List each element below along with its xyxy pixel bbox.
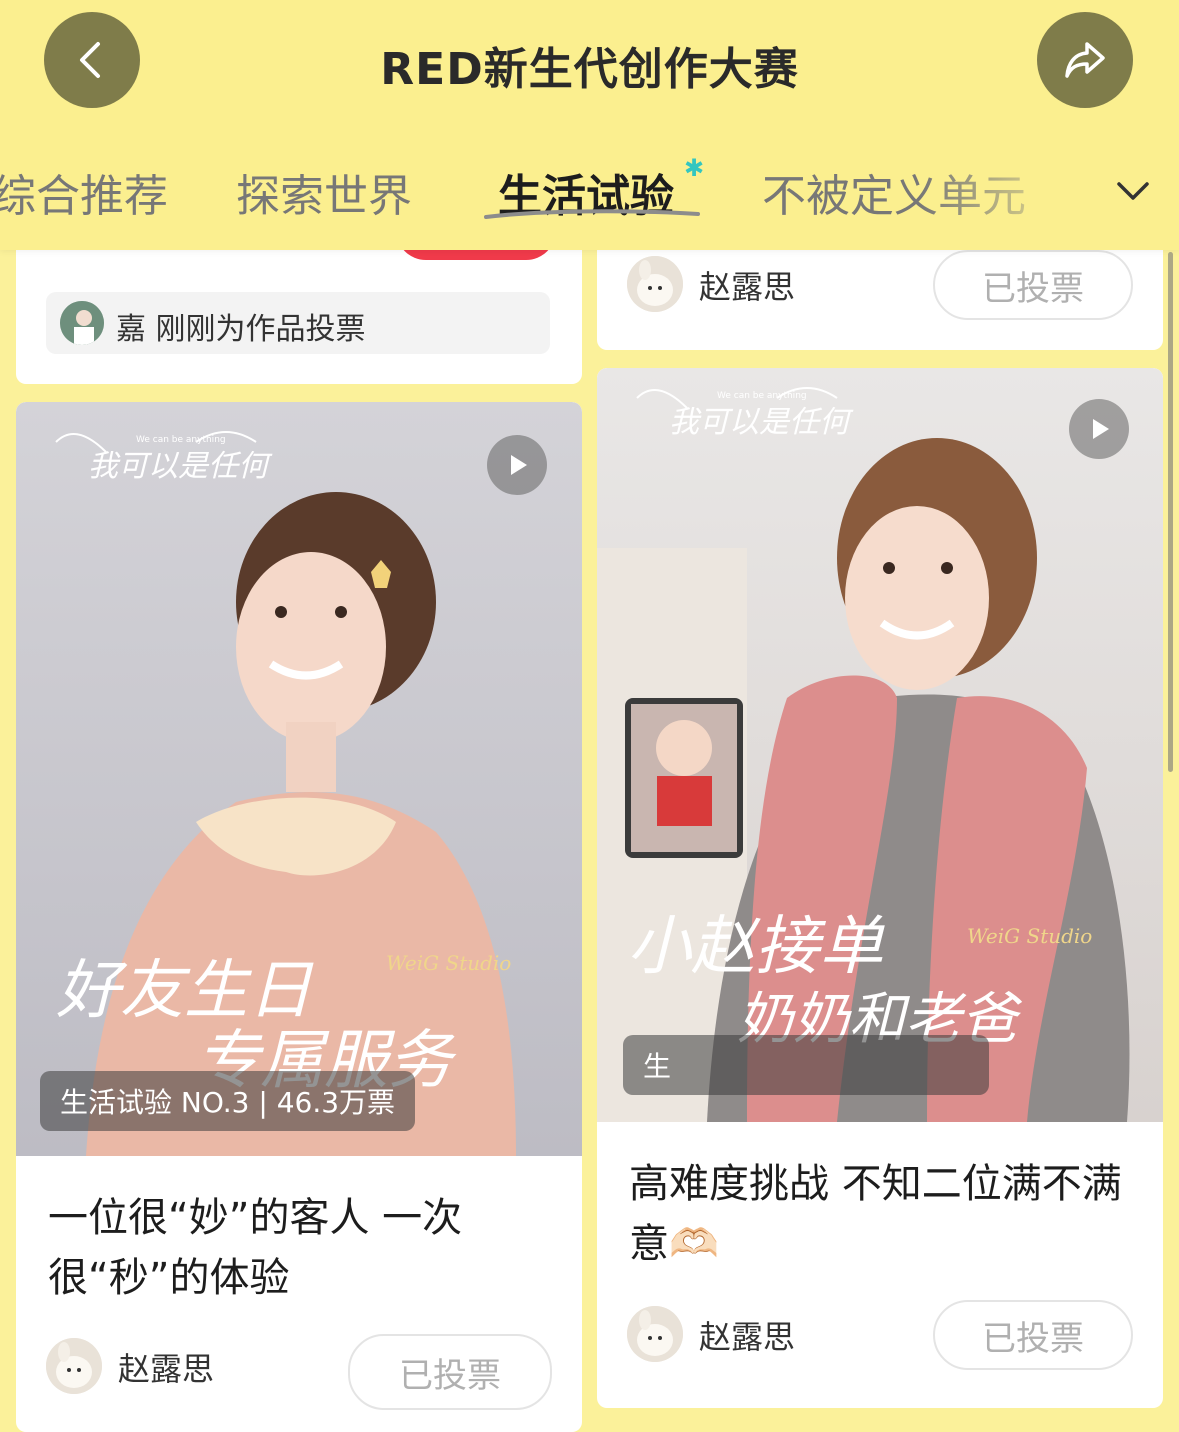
scrollbar[interactable]: [1168, 252, 1173, 772]
author-name[interactable]: 赵露思: [699, 262, 795, 308]
overlay-logo: 我可以是任何: [88, 449, 273, 484]
post-cover-image[interactable]: 好友生日 专属服务 WeiG Studio 我可以是任何 We can be a…: [16, 402, 582, 1156]
voted-button[interactable]: 已投票: [933, 1300, 1133, 1370]
tabs-fade: [919, 150, 1119, 230]
overlay-studio: WeiG Studio: [967, 924, 1092, 948]
play-button[interactable]: [487, 435, 547, 495]
chevron-down-icon[interactable]: [1113, 170, 1153, 210]
overlay-caption-line1: 好友生日: [56, 954, 314, 1028]
avatar[interactable]: [46, 1338, 102, 1394]
play-icon: [1093, 419, 1109, 439]
vote-notice: 嘉 刚刚为作品投票: [46, 292, 550, 354]
header: RED新生代创作大赛 综合推荐 探索世界 生活试验 ✱ 不被定义单元: [0, 0, 1179, 250]
avatar[interactable]: [627, 1306, 683, 1362]
page-title: RED新生代创作大赛: [380, 44, 799, 95]
play-icon: [511, 455, 527, 475]
tab-bar: 综合推荐 探索世界 生活试验 ✱ 不被定义单元: [0, 150, 1179, 230]
post-title[interactable]: 高难度挑战 不知二位满不满意🫶🏻: [629, 1154, 1133, 1274]
tab-comprehensive[interactable]: 综合推荐: [0, 160, 168, 224]
share-arrow-icon: [1065, 42, 1105, 78]
overlay-studio: WeiG Studio: [386, 951, 511, 975]
vote-notice-text: 嘉 刚刚为作品投票: [116, 312, 366, 347]
post-card[interactable]: 小赵接单 奶奶和老爸 WeiG Studio 我可以是任何 We can be …: [597, 368, 1163, 1408]
play-button[interactable]: [1069, 399, 1129, 459]
overlay-caption-line1: 小赵接单: [627, 910, 885, 984]
tab-explore-world[interactable]: 探索世界: [236, 160, 412, 224]
post-cover-image[interactable]: 小赵接单 奶奶和老爸 WeiG Studio 我可以是任何 We can be …: [597, 368, 1163, 1122]
sparkle-icon: ✱: [684, 154, 705, 182]
author-name[interactable]: 赵露思: [118, 1344, 214, 1390]
post-card[interactable]: 好友生日 专属服务 WeiG Studio 我可以是任何 We can be a…: [16, 402, 582, 1432]
overlay-logo: 我可以是任何: [669, 405, 854, 440]
avatar[interactable]: [627, 256, 683, 312]
tab-active-underline: [484, 209, 700, 219]
overlay-sub: We can be anything: [717, 391, 807, 401]
avatar: [60, 301, 104, 345]
voted-button[interactable]: 已投票: [348, 1334, 552, 1410]
author-row: 赵露思 已投票: [627, 1300, 1133, 1370]
share-button[interactable]: [1037, 12, 1133, 108]
post-title[interactable]: 一位很“妙”的客人 一次很“秒”的体验: [48, 1188, 552, 1308]
rank-badge: 生活试验 NO.3 | 46.3万票: [40, 1071, 416, 1131]
rank-badge: 生: [623, 1035, 989, 1095]
author-row: 赵露思 已投票: [46, 1332, 552, 1410]
author-row: 赵露思 已投票: [627, 250, 1133, 320]
voted-button[interactable]: 已投票: [933, 250, 1133, 320]
overlay-sub: We can be anything: [136, 435, 226, 445]
author-name[interactable]: 赵露思: [699, 1312, 795, 1358]
